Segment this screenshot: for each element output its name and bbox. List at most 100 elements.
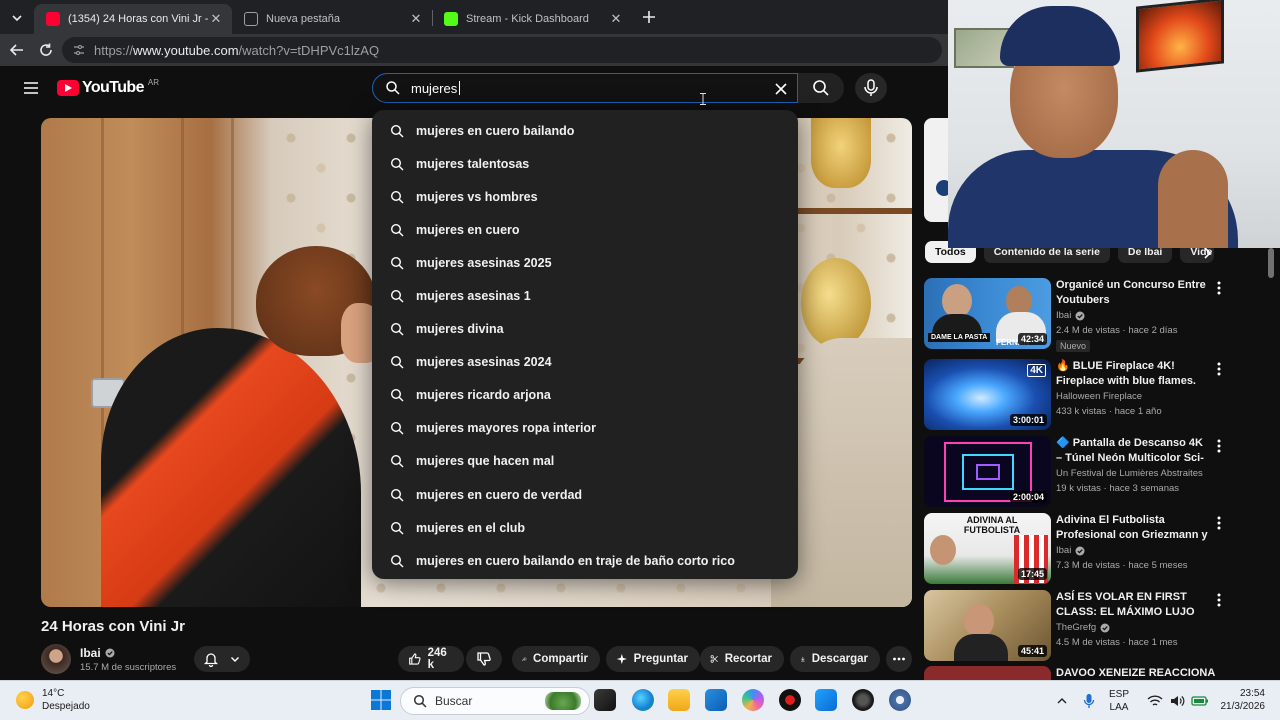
microsoft-store-icon[interactable] — [705, 689, 727, 711]
site-info-icon[interactable] — [72, 43, 86, 57]
settings-gear-icon[interactable] — [889, 689, 911, 711]
tab-youtube[interactable]: (1354) 24 Horas con Vini Jr - YouTube ✕ — [34, 4, 232, 34]
clip-button[interactable]: Recortar — [700, 646, 784, 672]
more-vertical-icon[interactable] — [1215, 515, 1223, 531]
scrollbar[interactable] — [1268, 248, 1274, 278]
recommended-channel[interactable]: Ibai — [1056, 545, 1085, 556]
close-tab-icon[interactable]: ✕ — [408, 11, 424, 27]
youtube-favicon-icon — [46, 12, 60, 26]
search-suggestion[interactable]: mujeres mayores ropa interior — [372, 412, 798, 445]
video-thumbnail[interactable] — [924, 666, 1051, 680]
video-thumbnail[interactable]: 4K 3:00:01 — [924, 359, 1051, 430]
recommended-video[interactable]: 4K 3:00:01 🔥 BLUE Fireplace 4K! Fireplac… — [924, 359, 1280, 431]
recommended-video-title[interactable]: Adivina El Futbolista Profesional con Gr… — [1056, 513, 1210, 543]
windows-start-icon[interactable] — [370, 689, 392, 711]
like-button[interactable]: 246 k — [398, 646, 464, 672]
recommended-video-title[interactable]: Organicé un Concurso Entre Youtubers — [1056, 278, 1210, 308]
search-suggestion[interactable]: mujeres que hacen mal — [372, 445, 798, 478]
chevron-up-icon[interactable] — [1055, 694, 1069, 708]
video-thumbnail[interactable]: DAME LA PASTA FERNAN 42:34 — [924, 278, 1051, 349]
system-clock[interactable]: 23:54 21/3/2026 — [1215, 687, 1266, 713]
weather-description: Despejado — [42, 701, 90, 712]
more-actions-button[interactable] — [886, 646, 912, 672]
search-input[interactable]: mujeres — [411, 81, 457, 96]
recommended-channel[interactable]: Halloween Fireplace — [1056, 391, 1142, 402]
video-title: 24 Horas con Vini Jr — [41, 618, 185, 635]
video-thumbnail[interactable]: 45:41 — [924, 590, 1051, 661]
more-vertical-icon[interactable] — [1215, 592, 1223, 608]
recommended-video[interactable]: 45:41 ASÍ ES VOLAR EN FIRST CLASS: EL MÁ… — [924, 590, 1280, 662]
microphone-icon[interactable] — [1083, 693, 1095, 709]
recommended-channel[interactable]: TheGrefg — [1056, 622, 1110, 633]
file-explorer-icon[interactable] — [668, 689, 690, 711]
battery-icon[interactable] — [1191, 695, 1209, 707]
dislike-button[interactable] — [466, 646, 502, 672]
video-thumbnail[interactable]: ADIVINA AL FUTBOLISTA 17:45 — [924, 513, 1051, 584]
recommended-video[interactable]: DAME LA PASTA FERNAN 42:34 Organicé un C… — [924, 278, 1280, 352]
recommended-channel[interactable]: Un Festival de Lumières Abstraites — [1056, 468, 1203, 479]
weather-widget[interactable]: 14°C Despejado — [16, 687, 90, 713]
search-suggestion[interactable]: mujeres en cuero de verdad — [372, 478, 798, 511]
search-suggestion[interactable]: mujeres divina — [372, 313, 798, 346]
search-suggestion[interactable]: mujeres asesinas 2025 — [372, 246, 798, 279]
recommended-video-meta: 7.3 M de vistas · hace 5 meses — [1056, 560, 1188, 571]
webcam-person-cap — [1000, 6, 1120, 66]
search-suggestion[interactable]: mujeres talentosas — [372, 147, 798, 180]
recommended-video-title[interactable]: 🔷 Pantalla de Descanso 4K – Túnel Neón M… — [1056, 436, 1210, 466]
search-suggestion[interactable]: mujeres vs hombres — [372, 180, 798, 213]
download-button[interactable]: Descargar — [790, 646, 880, 672]
obs-studio-icon[interactable] — [852, 689, 874, 711]
search-suggestion[interactable]: mujeres en el club — [372, 511, 798, 544]
volume-icon[interactable] — [1169, 694, 1185, 708]
search-suggestion[interactable]: mujeres en cuero bailando — [372, 114, 798, 147]
more-vertical-icon[interactable] — [1215, 280, 1223, 296]
copilot-icon[interactable] — [742, 689, 764, 711]
sparkle-icon — [616, 653, 627, 665]
menu-icon[interactable] — [22, 80, 40, 96]
search-suggestion[interactable]: mujeres asesinas 1 — [372, 279, 798, 312]
search-button[interactable] — [798, 73, 844, 103]
tab-kick-dashboard[interactable]: Stream - Kick Dashboard ✕ — [432, 4, 632, 34]
share-button[interactable]: Compartir — [512, 646, 600, 672]
clear-search-icon[interactable] — [771, 79, 791, 99]
search-suggestion[interactable]: mujeres en cuero — [372, 213, 798, 246]
search-suggestion[interactable]: mujeres asesinas 2024 — [372, 346, 798, 379]
back-button[interactable] — [8, 41, 26, 59]
ask-button[interactable]: Preguntar — [606, 646, 700, 672]
recommended-video[interactable]: ADIVINA AL FUTBOLISTA 17:45 Adivina El F… — [924, 513, 1280, 585]
thumb-person-body — [954, 634, 1008, 661]
wifi-icon[interactable] — [1147, 694, 1163, 708]
search-box[interactable]: mujeres — [372, 73, 798, 103]
taskbar-search[interactable]: Buscar — [400, 687, 590, 715]
channel-avatar[interactable] — [41, 644, 71, 674]
share-icon — [522, 656, 527, 662]
thumb-caption: ADIVINA AL FUTBOLISTA — [963, 515, 1021, 535]
address-bar[interactable]: https://www.youtube.com/watch?v=tDHPVc1l… — [62, 37, 942, 63]
task-view-icon[interactable] — [594, 689, 616, 711]
tab-new-tab[interactable]: Nueva pestaña ✕ — [232, 4, 432, 34]
recommended-video[interactable]: DAVOO XENEIZE REACCIONA — [924, 666, 1280, 680]
edge-browser-icon[interactable] — [632, 689, 654, 711]
reload-button[interactable] — [37, 41, 55, 59]
recommended-video-title[interactable]: 🔥 BLUE Fireplace 4K! Fireplace with blue… — [1056, 359, 1210, 389]
recommended-channel[interactable]: Ibai — [1056, 310, 1085, 321]
channel-name[interactable]: Ibai — [80, 646, 115, 660]
recommended-video[interactable]: 2:00:04 🔷 Pantalla de Descanso 4K – Túne… — [924, 436, 1280, 508]
search-suggestion[interactable]: mujeres en cuero bailando en traje de ba… — [372, 544, 798, 577]
more-vertical-icon[interactable] — [1215, 361, 1223, 377]
notifications-button[interactable] — [194, 646, 250, 672]
tab-list-dropdown-icon[interactable] — [8, 9, 26, 27]
new-tab-button[interactable] — [640, 8, 658, 26]
recommended-video-title[interactable]: ASÍ ES VOLAR EN FIRST CLASS: EL MÁXIMO L… — [1056, 590, 1210, 620]
input-language[interactable]: ESP LAA — [1109, 688, 1129, 714]
close-tab-icon[interactable]: ✕ — [608, 11, 624, 27]
voice-search-button[interactable] — [855, 73, 887, 103]
recommended-video-title[interactable]: DAVOO XENEIZE REACCIONA — [1056, 667, 1215, 679]
close-tab-icon[interactable]: ✕ — [208, 11, 224, 27]
search-suggestion[interactable]: mujeres ricardo arjona — [372, 379, 798, 412]
app-blue-icon[interactable] — [815, 689, 837, 711]
video-thumbnail[interactable]: 2:00:04 — [924, 436, 1051, 507]
app-red-icon[interactable] — [779, 689, 801, 711]
youtube-logo[interactable]: YouTube AR — [57, 78, 159, 97]
more-vertical-icon[interactable] — [1215, 438, 1223, 454]
